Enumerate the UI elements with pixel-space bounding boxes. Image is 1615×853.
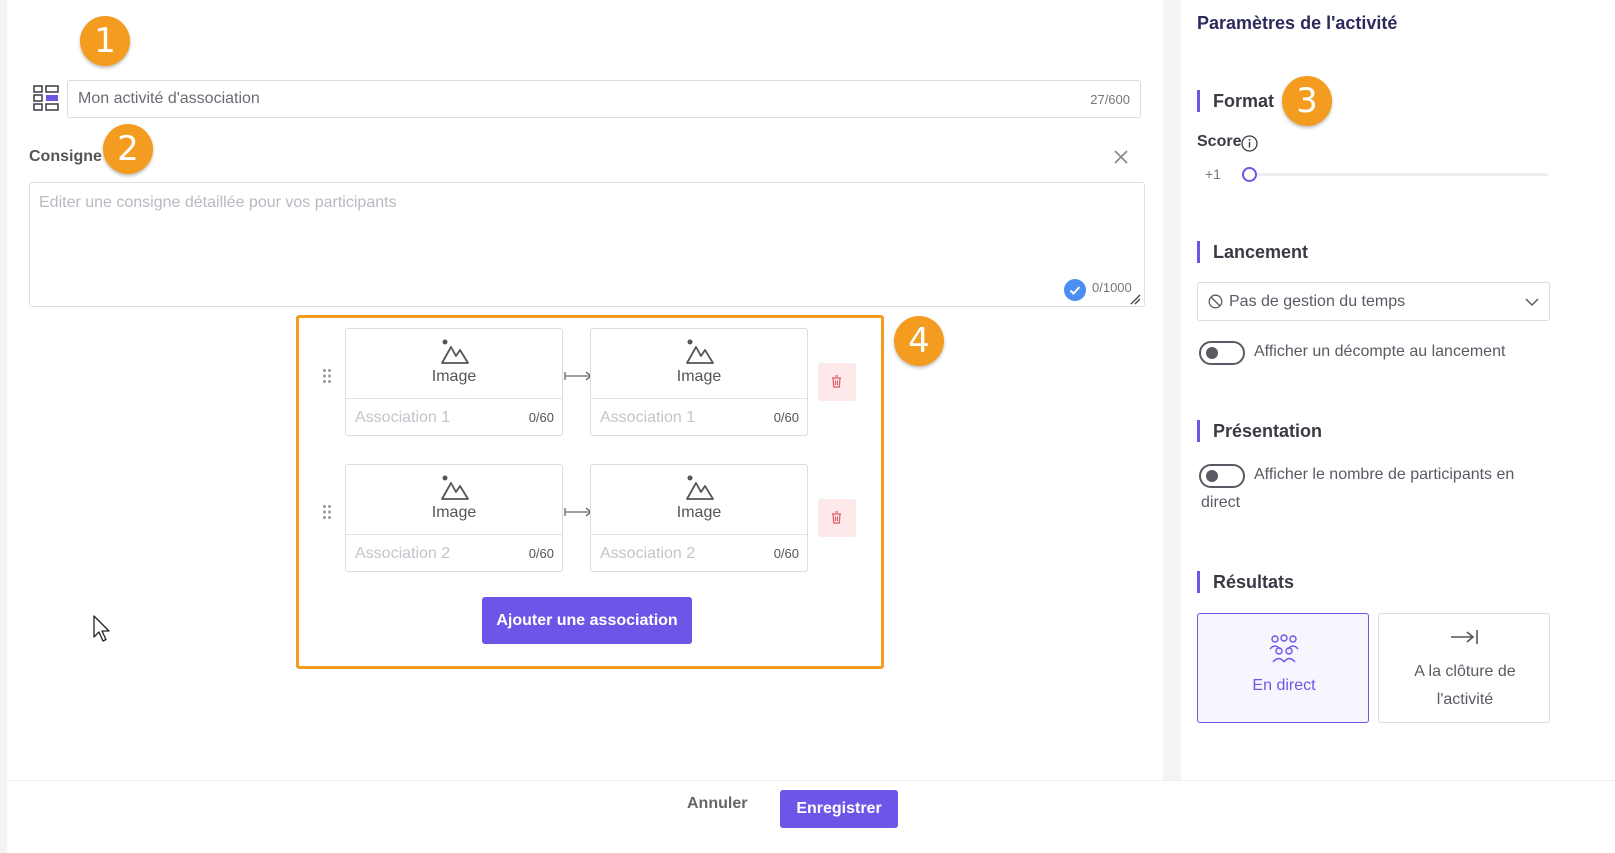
results-live-label: En direct xyxy=(1252,677,1316,694)
image-icon xyxy=(441,475,469,500)
association-left-card[interactable]: Image Association 1 0/60 xyxy=(345,328,563,436)
step-badge-3: 3 xyxy=(1282,76,1332,126)
association-row-1: Image Association 1 0/60 Image Associati… xyxy=(299,318,881,436)
consigne-placeholder: Editer une consigne détaillée pour vos p… xyxy=(39,194,397,211)
check-icon xyxy=(1064,279,1086,301)
association-name: Association 2 xyxy=(600,545,696,562)
drag-handle-icon[interactable] xyxy=(322,504,332,520)
participants-toggle-label: Afficher le nombre de participants en di… xyxy=(1201,466,1515,511)
image-label: Image xyxy=(676,368,722,385)
results-close-option[interactable]: A la clôture de l'activité xyxy=(1378,613,1550,723)
association-right-card[interactable]: Image Association 1 0/60 xyxy=(590,328,808,436)
association-count: 0/60 xyxy=(773,410,799,425)
info-icon[interactable] xyxy=(1241,135,1258,152)
association-left-card[interactable]: Image Association 2 0/60 xyxy=(345,464,563,572)
settings-panel: Paramètres de l'activité Format 3 Score … xyxy=(1181,0,1615,780)
settings-title: Paramètres de l'activité xyxy=(1197,13,1398,33)
image-upload-area[interactable]: Image xyxy=(346,329,562,399)
arrow-icon xyxy=(564,371,592,381)
step-badge-4: 4 xyxy=(894,316,944,366)
consigne-textarea[interactable]: Editer une consigne détaillée pour vos p… xyxy=(29,182,1145,307)
score-slider-thumb[interactable] xyxy=(1242,167,1257,182)
activity-title-count: 27/600 xyxy=(1090,91,1130,107)
countdown-toggle[interactable] xyxy=(1199,341,1245,365)
image-upload-area[interactable]: Image xyxy=(591,465,807,535)
association-name: Association 1 xyxy=(600,409,696,426)
score-label: Score xyxy=(1197,133,1242,150)
arrow-icon xyxy=(564,507,592,517)
image-icon xyxy=(686,475,714,500)
score-slider-track[interactable] xyxy=(1245,173,1548,176)
image-icon xyxy=(441,339,469,364)
trash-icon xyxy=(832,511,841,524)
chevron-down-icon xyxy=(1525,298,1539,306)
time-management-value: Pas de gestion du temps xyxy=(1229,292,1406,310)
image-upload-area[interactable]: Image xyxy=(591,329,807,399)
association-name: Association 1 xyxy=(355,409,451,426)
close-icon[interactable] xyxy=(1113,149,1129,165)
cancel-button[interactable]: Annuler xyxy=(687,795,747,813)
association-name: Association 2 xyxy=(355,545,451,562)
activity-editor: 1 Mon activité d'association 27/600 Cons… xyxy=(7,0,1163,780)
results-live-option[interactable]: En direct xyxy=(1197,613,1369,723)
resize-handle-icon[interactable] xyxy=(1130,294,1141,305)
cursor-icon xyxy=(93,615,110,642)
arrow-to-end-icon xyxy=(1451,630,1478,644)
consigne-count: 0/1000 xyxy=(1092,280,1132,295)
delete-association-button[interactable] xyxy=(818,363,856,401)
association-row-2: Image Association 2 0/60 Image Associati… xyxy=(299,454,881,572)
step-badge-2: 2 xyxy=(103,124,153,174)
activity-title-input[interactable]: Mon activité d'association 27/600 xyxy=(67,80,1141,118)
presentation-heading: Présentation xyxy=(1197,420,1322,442)
associations-panel: Image Association 1 0/60 Image Associati… xyxy=(296,315,884,669)
results-close-label: A la clôture de l'activité xyxy=(1414,663,1516,708)
countdown-toggle-label: Afficher un décompte au lancement xyxy=(1254,343,1506,360)
activity-title-value: Mon activité d'association xyxy=(78,90,260,107)
format-heading: Format xyxy=(1197,90,1274,112)
association-count: 0/60 xyxy=(773,546,799,561)
resultats-heading: Résultats xyxy=(1197,571,1294,593)
association-count: 0/60 xyxy=(528,410,554,425)
step-badge-1: 1 xyxy=(80,16,130,66)
image-label: Image xyxy=(676,504,722,521)
group-icon xyxy=(1269,634,1299,663)
consigne-label: Consigne xyxy=(29,148,102,165)
add-association-button[interactable]: Ajouter une association xyxy=(482,597,692,644)
score-value: +1 xyxy=(1205,166,1221,182)
lancement-heading: Lancement xyxy=(1197,241,1308,263)
grid-icon xyxy=(33,85,59,111)
association-right-card[interactable]: Image Association 2 0/60 xyxy=(590,464,808,572)
trash-icon xyxy=(832,375,841,388)
ban-icon xyxy=(1208,294,1223,309)
association-count: 0/60 xyxy=(528,546,554,561)
drag-handle-icon[interactable] xyxy=(322,368,332,384)
image-icon xyxy=(686,339,714,364)
image-label: Image xyxy=(431,368,477,385)
image-upload-area[interactable]: Image xyxy=(346,465,562,535)
save-button[interactable]: Enregistrer xyxy=(780,790,898,828)
delete-association-button[interactable] xyxy=(818,499,856,537)
image-label: Image xyxy=(431,504,477,521)
time-management-select[interactable]: Pas de gestion du temps xyxy=(1197,282,1550,321)
